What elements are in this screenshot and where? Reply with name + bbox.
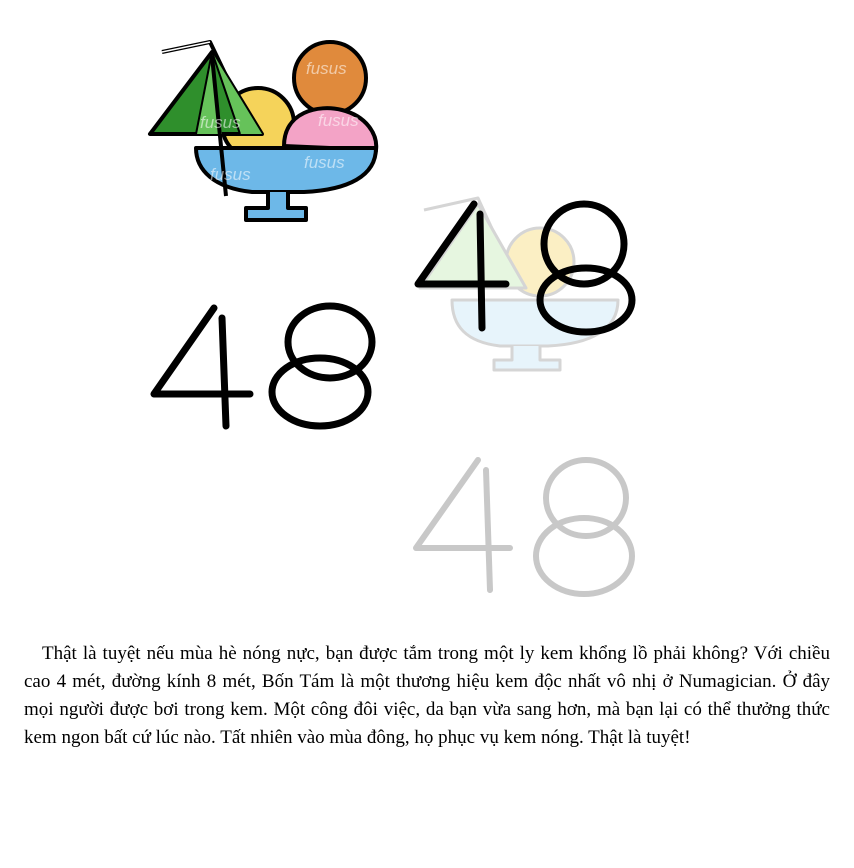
digit-4 [413,457,513,551]
watermark-text: fusus [200,113,241,132]
story-paragraph: Thật là tuyệt nếu mùa hè nóng nực, bạn đ… [24,643,830,748]
ice-cream-sundae-image: fusus fusus fusus fusus fusus [148,40,379,222]
digit-4-stem [218,314,230,430]
digit-8-bottom [268,354,372,430]
digit-4-stem [476,210,486,332]
faded-sundae-with-48 [414,196,636,372]
watermark-text: fusus [306,59,347,78]
digit-8-bottom [533,515,635,597]
watermark-text: fusus [304,153,345,172]
digit-8-top [284,302,376,382]
handwritten-number-48 [150,302,376,430]
watermark-text: fusus [318,111,359,130]
digit-4-stem [483,467,493,593]
ice-cream-48-illustration: fusus fusus fusus fusus fusus [148,40,636,597]
faded-number-48 [413,457,635,597]
watermark-text: fusus [210,165,251,184]
digit-4 [150,304,254,398]
